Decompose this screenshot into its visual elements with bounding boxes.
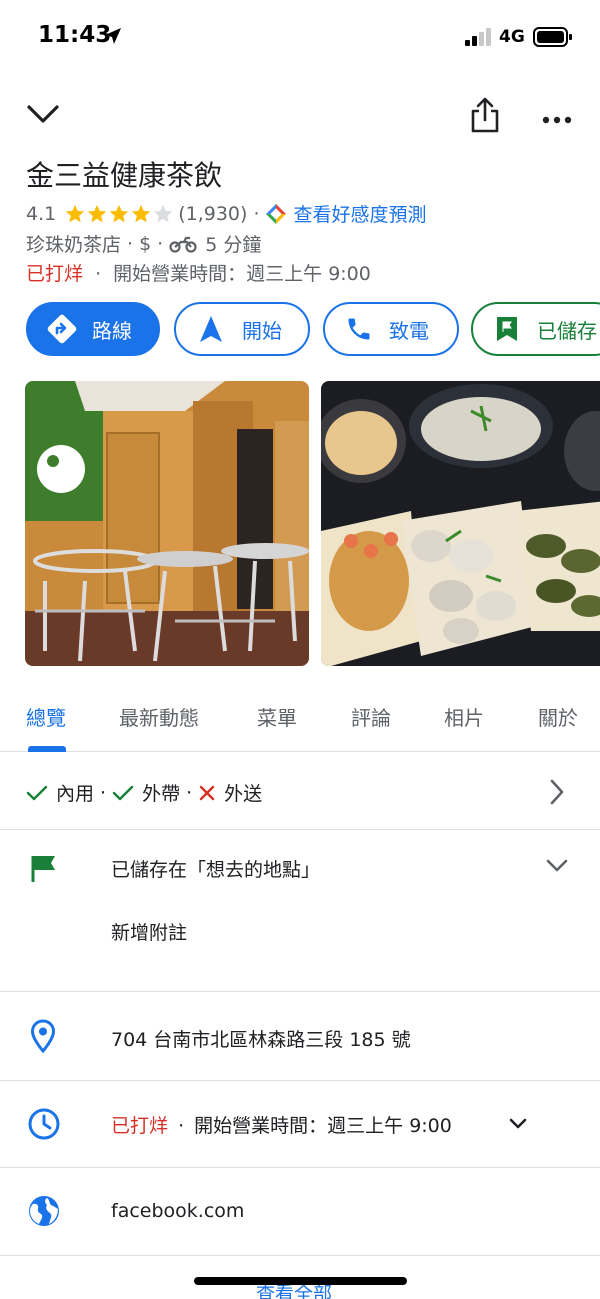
check-icon <box>112 784 134 802</box>
add-note-link[interactable]: 新增附註 <box>111 918 187 945</box>
interior-photo[interactable] <box>25 381 309 666</box>
star-icon <box>110 204 129 222</box>
website-link: facebook.com <box>111 1200 245 1222</box>
network-type: 4G <box>499 27 525 47</box>
hours-row[interactable]: 已打烊 · 開始營業時間：週三上午 9:00 <box>0 1081 600 1168</box>
hours-summary: 已打烊 · 開始營業時間：週三上午 9:00 <box>26 263 371 285</box>
active-tab-indicator <box>28 746 66 752</box>
saved-list-row: 已儲存在「想去的地點」 新增附註 <box>0 830 600 992</box>
place-name: 金三益健康茶飲 <box>26 159 223 192</box>
call-button[interactable]: 致電 <box>323 302 459 356</box>
location-arrow-icon <box>103 26 123 50</box>
battery-icon <box>533 27 573 51</box>
tab-overview[interactable]: 總覽 <box>26 702 66 731</box>
address-text: 704 台南市北區林森路三段 185 號 <box>111 1029 411 1051</box>
share-icon[interactable] <box>470 96 500 138</box>
takeout-label: 外帶 <box>142 783 181 805</box>
hours-closed-status: 已打烊 <box>111 1115 169 1137</box>
home-indicator <box>194 1277 407 1285</box>
saved-label: 已儲存 <box>537 318 597 343</box>
start-label: 開始 <box>242 318 282 343</box>
star-empty-icon <box>154 204 173 222</box>
chevron-down-icon[interactable] <box>508 1116 528 1135</box>
rating-value: 4.1 <box>26 202 57 225</box>
hours-text: 開始營業時間：週三上午 9:00 <box>194 1115 452 1137</box>
phone-icon <box>345 315 373 343</box>
location-pin-icon <box>30 1019 56 1057</box>
website-row[interactable]: facebook.com <box>0 1168 600 1256</box>
closed-status: 已打烊 <box>26 263 84 285</box>
tab-reviews[interactable]: 評論 <box>351 702 391 731</box>
tab-about[interactable]: 關於 <box>538 702 578 731</box>
price-level: $ <box>139 232 152 255</box>
bookmark-flag-icon <box>495 315 519 343</box>
review-count[interactable]: (1,930) <box>178 203 247 225</box>
directions-button[interactable]: 路線 <box>26 302 160 356</box>
clock-icon <box>27 1107 61 1145</box>
chevron-right-icon <box>548 778 566 810</box>
saved-flag-icon <box>30 854 58 888</box>
place-category: 珍珠奶茶店 <box>26 234 122 256</box>
travel-time: 5 分鐘 <box>205 234 262 256</box>
food-photo[interactable] <box>321 381 600 666</box>
tab-menu[interactable]: 菜單 <box>257 702 297 731</box>
directions-icon <box>46 313 78 345</box>
call-label: 致電 <box>389 318 429 343</box>
delivery-label: 外送 <box>224 783 263 805</box>
check-icon <box>26 784 48 802</box>
globe-icon <box>27 1194 61 1232</box>
tab-updates[interactable]: 最新動態 <box>119 702 199 731</box>
saved-button[interactable]: 已儲存 <box>471 302 600 356</box>
cross-icon <box>198 784 216 802</box>
star-icon <box>132 204 151 222</box>
tab-bar: 總覽 最新動態 菜單 評論 相片 關於 <box>0 690 600 752</box>
more-options-icon[interactable] <box>542 110 572 129</box>
action-buttons: 路線 開始 致電 已儲存 <box>26 302 600 358</box>
meta-row: 珍珠奶茶店 · $ · 5 分鐘 <box>26 230 261 257</box>
status-bar: 11:43 4G <box>0 0 600 78</box>
tab-photos[interactable]: 相片 <box>444 702 484 731</box>
rating-stars <box>64 203 174 225</box>
opening-hours-text: 開始營業時間：週三上午 9:00 <box>113 263 371 285</box>
collapse-chevron-icon[interactable] <box>26 100 60 132</box>
navigation-arrow-icon <box>198 314 224 344</box>
star-icon <box>88 204 107 222</box>
address-row[interactable]: 704 台南市北區林森路三段 185 號 <box>0 992 600 1081</box>
chevron-down-icon[interactable] <box>545 858 569 878</box>
vibe-prediction-link[interactable]: 查看好感度預測 <box>293 200 426 227</box>
service-options-row[interactable]: 內用 · 外帶 · 外送 <box>0 753 600 830</box>
star-icon <box>66 204 85 222</box>
status-time: 11:43 <box>38 22 112 48</box>
vibe-icon <box>265 203 287 225</box>
rating-row: 4.1 (1,930) · 查看好感度預測 <box>26 200 427 227</box>
directions-label: 路線 <box>92 318 132 343</box>
dine-in-label: 內用 <box>56 783 95 805</box>
signal-icon <box>465 28 493 50</box>
saved-list-label[interactable]: 已儲存在「想去的地點」 <box>111 855 320 882</box>
motorcycle-icon <box>169 235 197 253</box>
start-button[interactable]: 開始 <box>174 302 310 356</box>
